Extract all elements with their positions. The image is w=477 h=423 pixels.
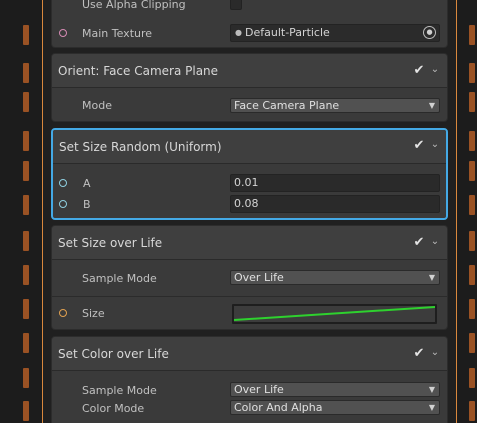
set-size-random-header[interactable]: Set Size Random (Uniform) ✔ ⌄ (53, 130, 446, 164)
flow-tick (469, 299, 475, 319)
size-curve-field[interactable] (232, 304, 437, 324)
use-alpha-clipping-checkbox[interactable] (230, 0, 242, 10)
size-curve-row: Size (52, 304, 447, 324)
flow-tick (469, 195, 475, 215)
set-size-over-life-title: Set Size over Life (58, 235, 163, 250)
flow-tick (23, 231, 29, 251)
set-size-random-enable-checkbox[interactable]: ✔ (413, 139, 425, 152)
flow-tick (23, 401, 29, 421)
flow-tick (23, 195, 29, 215)
set-size-over-life-enable-checkbox[interactable]: ✔ (413, 236, 425, 249)
set-color-over-life-enable-checkbox[interactable]: ✔ (413, 347, 425, 360)
chevron-down-icon[interactable]: ⌄ (429, 63, 441, 77)
orient-mode-value: Face Camera Plane (234, 99, 340, 112)
flow-tick (469, 231, 475, 251)
dropdown-arrow-icon: ▼ (428, 385, 435, 394)
size-curve-graph (234, 306, 435, 321)
flow-tick (469, 401, 475, 421)
main-texture-row: Main Texture ● Default-Particle ● (52, 24, 447, 42)
set-size-over-life-header[interactable]: Set Size over Life ✔ ⌄ (52, 226, 447, 260)
dropdown-arrow-icon: ▼ (428, 273, 435, 282)
main-texture-field[interactable]: ● Default-Particle ● (230, 24, 440, 42)
size-input-slot[interactable] (59, 309, 67, 317)
main-texture-slot[interactable] (59, 29, 67, 37)
chevron-down-icon[interactable]: ⌄ (429, 138, 441, 152)
flow-tick (469, 63, 475, 83)
use-alpha-clipping-label: Use Alpha Clipping (82, 0, 186, 11)
flow-tick (23, 63, 29, 83)
right-flow-ticks (469, 0, 475, 423)
set-color-over-life-title: Set Color over Life (58, 346, 169, 361)
color-sample-mode-row: Sample Mode Over Life ▼ (52, 381, 447, 399)
divider (52, 296, 447, 297)
chevron-down-icon[interactable]: ⌄ (429, 346, 441, 360)
chevron-down-icon[interactable]: ⌄ (429, 235, 441, 249)
flow-tick (23, 131, 29, 151)
size-sample-mode-row: Sample Mode Over Life ▼ (52, 269, 447, 287)
dropdown-arrow-icon: ▼ (428, 403, 435, 412)
flow-tick (23, 265, 29, 285)
color-mode-label: Color Mode (82, 401, 145, 415)
flow-tick (23, 368, 29, 388)
color-sample-mode-value: Over Life (234, 383, 284, 396)
flow-tick (23, 333, 29, 353)
size-sample-mode-value: Over Life (234, 271, 284, 284)
size-random-a-row: A 0.01 (53, 174, 446, 192)
b-label: B (83, 197, 91, 211)
a-label: A (83, 176, 91, 190)
use-alpha-clipping-row: Use Alpha Clipping (52, 0, 447, 13)
context-border-right (456, 0, 457, 423)
left-flow-ticks (23, 0, 29, 423)
size-random-b-row: B 0.08 (53, 195, 446, 213)
size-sample-mode-dropdown[interactable]: Over Life ▼ (230, 270, 440, 285)
dropdown-arrow-icon: ▼ (428, 101, 435, 110)
flow-tick (469, 131, 475, 151)
a-input-slot[interactable] (59, 179, 67, 187)
orient-header[interactable]: Orient: Face Camera Plane ✔ ⌄ (52, 54, 447, 88)
set-size-random-title: Set Size Random (Uniform) (59, 139, 222, 154)
size-sample-mode-label: Sample Mode (82, 271, 157, 285)
size-label: Size (82, 306, 105, 320)
orient-block: Orient: Face Camera Plane ✔ ⌄ Mode Face … (51, 53, 448, 122)
b-input-slot[interactable] (59, 200, 67, 208)
flow-tick (23, 25, 29, 45)
flow-tick (23, 299, 29, 319)
size-curve-line (234, 306, 435, 321)
a-input[interactable]: 0.01 (230, 174, 440, 192)
color-sample-mode-label: Sample Mode (82, 383, 157, 397)
flow-tick (469, 92, 475, 112)
flow-tick (469, 333, 475, 353)
b-input[interactable]: 0.08 (230, 195, 440, 213)
output-context: Use Alpha Clipping Main Texture ● Defaul… (43, 0, 456, 423)
flow-tick (23, 92, 29, 112)
texture-icon: ● (235, 28, 242, 37)
orient-title: Orient: Face Camera Plane (58, 63, 219, 78)
color-mode-dropdown[interactable]: Color And Alpha ▼ (230, 400, 440, 415)
flow-tick (469, 265, 475, 285)
color-mode-row: Color Mode Color And Alpha ▼ (52, 399, 447, 417)
flow-tick (469, 161, 475, 181)
set-color-over-life-header[interactable]: Set Color over Life ✔ ⌄ (52, 337, 447, 371)
set-size-over-life-block: Set Size over Life ✔ ⌄ Sample Mode Over … (51, 225, 448, 330)
color-sample-mode-dropdown[interactable]: Over Life ▼ (230, 382, 440, 397)
main-texture-label: Main Texture (82, 26, 153, 40)
orient-mode-row: Mode Face Camera Plane ▼ (52, 96, 447, 114)
set-size-random-block[interactable]: Set Size Random (Uniform) ✔ ⌄ A 0.01 B 0… (51, 128, 448, 220)
object-picker-icon[interactable]: ● (423, 26, 436, 39)
orient-mode-dropdown[interactable]: Face Camera Plane ▼ (230, 98, 440, 113)
orient-mode-label: Mode (82, 98, 112, 112)
set-color-over-life-block: Set Color over Life ✔ ⌄ Sample Mode Over… (51, 336, 448, 423)
color-mode-value: Color And Alpha (234, 401, 323, 414)
flow-tick (23, 161, 29, 181)
main-texture-value: Default-Particle (245, 26, 330, 39)
orient-enable-checkbox[interactable]: ✔ (413, 64, 425, 77)
flow-tick (469, 368, 475, 388)
output-settings-block: Use Alpha Clipping Main Texture ● Defaul… (51, 0, 448, 48)
flow-tick (469, 25, 475, 45)
